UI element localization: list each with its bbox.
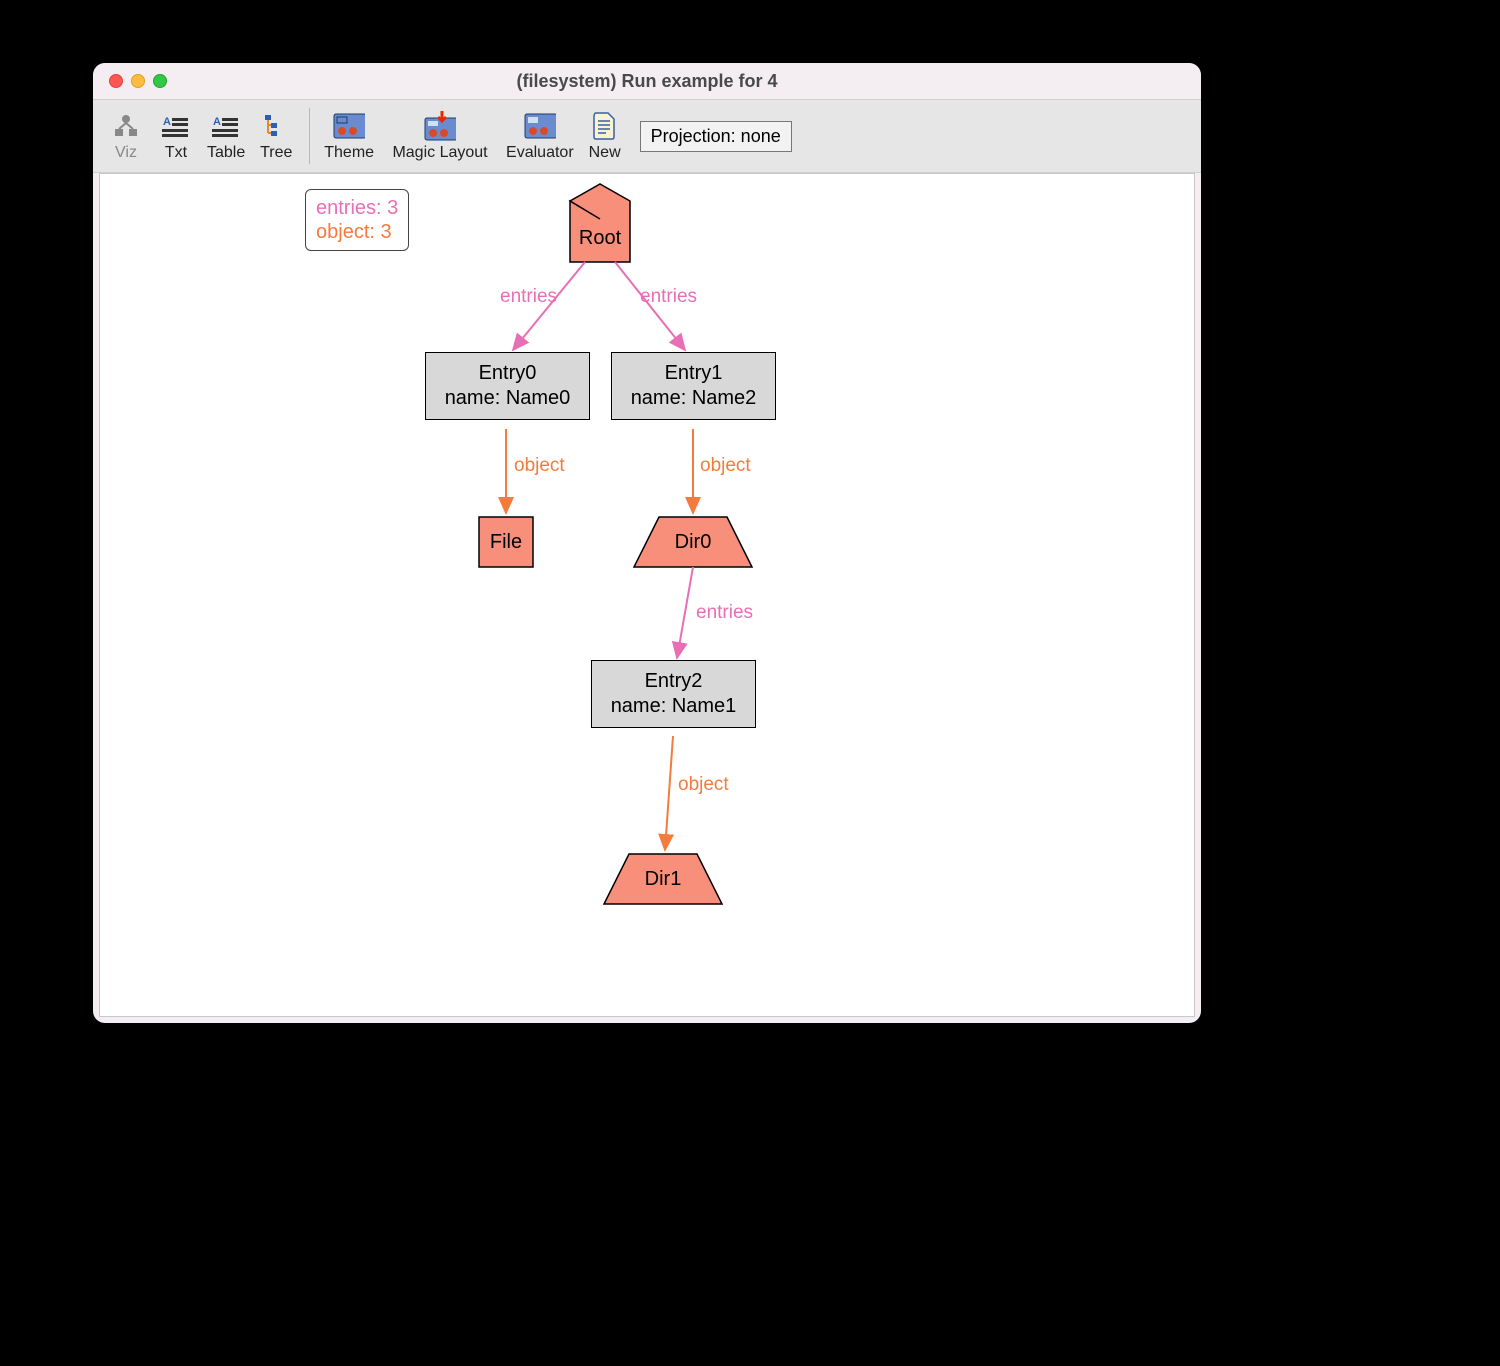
evaluator-button[interactable]: Evaluator xyxy=(500,108,580,164)
tab-table-label: Table xyxy=(207,144,245,162)
new-button[interactable]: New xyxy=(580,108,630,164)
node-entry0-name: name: Name0 xyxy=(445,386,571,411)
evaluator-icon xyxy=(524,110,556,142)
tab-viz[interactable]: Viz xyxy=(101,108,151,164)
new-icon xyxy=(589,110,621,142)
visualization-canvas[interactable]: entries: 3 object: 3 xyxy=(99,173,1195,1017)
toolbar-separator xyxy=(309,108,310,164)
node-entry1-title: Entry1 xyxy=(665,361,723,386)
titlebar: (filesystem) Run example for 4 xyxy=(93,63,1201,99)
magic-layout-button[interactable]: Magic Layout xyxy=(380,108,500,164)
node-dir0-label-wrap: Dir0 xyxy=(634,517,752,567)
theme-label: Theme xyxy=(324,144,374,162)
projection-selector[interactable]: Projection: none xyxy=(640,121,792,152)
svg-text:A: A xyxy=(163,116,171,128)
theme-button[interactable]: Theme xyxy=(318,108,380,164)
evaluator-label: Evaluator xyxy=(506,144,574,162)
edge-dir0-entry2 xyxy=(677,567,693,658)
txt-icon: A xyxy=(160,110,192,142)
zoom-icon[interactable] xyxy=(153,74,167,88)
table-icon: A xyxy=(210,110,242,142)
magic-layout-icon xyxy=(424,110,456,142)
node-entry1-name: name: Name2 xyxy=(631,386,757,411)
theme-icon xyxy=(333,110,365,142)
node-file-label: File xyxy=(490,531,522,554)
node-dir1-label: Dir1 xyxy=(645,868,682,891)
tab-viz-label: Viz xyxy=(115,144,137,162)
tree-icon xyxy=(260,110,292,142)
node-entry1[interactable]: Entry1 name: Name2 xyxy=(611,352,776,420)
app-window: (filesystem) Run example for 4 Viz A Txt… xyxy=(93,63,1201,1023)
edge-root-entry0 xyxy=(513,262,585,350)
edge-root-entry1 xyxy=(615,262,685,350)
window-title: (filesystem) Run example for 4 xyxy=(93,71,1201,92)
close-icon[interactable] xyxy=(109,74,123,88)
node-root-label-wrap: Root xyxy=(570,214,630,262)
tab-tree[interactable]: Tree xyxy=(251,108,301,164)
new-label: New xyxy=(589,144,621,162)
node-file-label-wrap: File xyxy=(479,517,533,567)
node-dir0-label: Dir0 xyxy=(675,531,712,554)
svg-text:A: A xyxy=(213,116,221,128)
toolbar: Viz A Txt A Table Tree xyxy=(93,99,1201,173)
node-root-label: Root xyxy=(579,227,621,250)
tab-txt[interactable]: A Txt xyxy=(151,108,201,164)
node-entry2-title: Entry2 xyxy=(645,669,703,694)
node-dir1-label-wrap: Dir1 xyxy=(604,854,722,904)
viz-icon xyxy=(110,110,142,142)
node-entry0-title: Entry0 xyxy=(479,361,537,386)
tab-table[interactable]: A Table xyxy=(201,108,251,164)
window-controls xyxy=(93,74,167,88)
node-entry0[interactable]: Entry0 name: Name0 xyxy=(425,352,590,420)
tab-tree-label: Tree xyxy=(260,144,292,162)
magic-layout-label: Magic Layout xyxy=(392,144,487,162)
tab-txt-label: Txt xyxy=(165,144,187,162)
edge-entry2-dir1 xyxy=(665,736,673,850)
minimize-icon[interactable] xyxy=(131,74,145,88)
node-entry2[interactable]: Entry2 name: Name1 xyxy=(591,660,756,728)
node-entry2-name: name: Name1 xyxy=(611,694,737,719)
